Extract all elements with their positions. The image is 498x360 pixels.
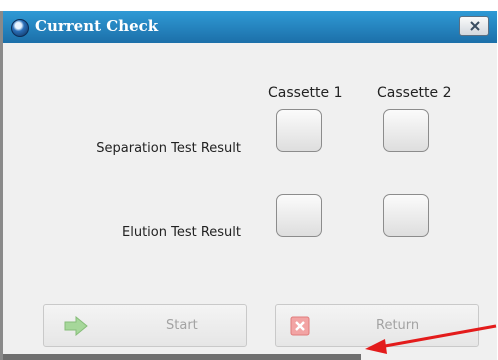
elution-test-label: Elution Test Result [122, 225, 241, 240]
separation-result-cassette-1[interactable] [276, 109, 322, 152]
window-title: Current Check [35, 17, 159, 35]
title-bar[interactable]: Current Check [3, 11, 497, 43]
app-logo-icon [11, 19, 29, 37]
separation-test-label: Separation Test Result [96, 141, 241, 156]
column-header-cassette-2: Cassette 2 [377, 85, 452, 101]
close-button[interactable] [459, 16, 489, 36]
return-button[interactable]: Return [275, 304, 479, 347]
green-arrow-icon [64, 316, 88, 336]
start-button[interactable]: Start [43, 304, 247, 347]
current-check-dialog: Current Check Cassette 1 Cassette 2 Sepa… [3, 11, 497, 360]
start-button-label: Start [166, 318, 198, 333]
return-button-label: Return [376, 318, 420, 333]
separation-result-cassette-2[interactable] [383, 109, 429, 152]
red-x-icon [290, 316, 310, 336]
close-icon [470, 21, 480, 31]
column-header-cassette-1: Cassette 1 [268, 85, 343, 101]
elution-result-cassette-1[interactable] [276, 194, 322, 237]
status-bar [3, 354, 361, 360]
elution-result-cassette-2[interactable] [383, 194, 429, 237]
